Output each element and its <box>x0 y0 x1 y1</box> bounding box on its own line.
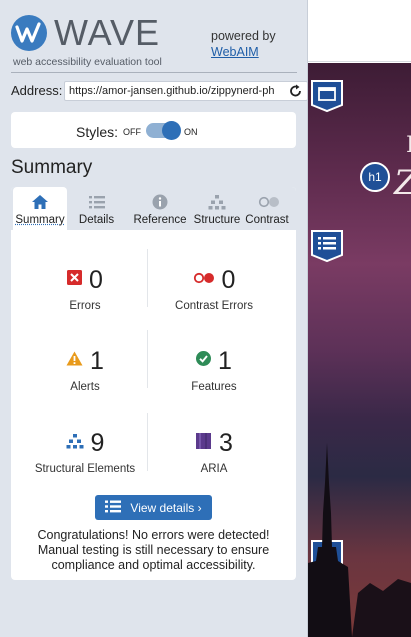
alert-icon <box>66 351 83 371</box>
hero-script-letter: Z <box>394 163 411 203</box>
address-bar: Address: https://amor-jansen.github.io/z… <box>11 81 308 101</box>
tab-label: Details <box>78 214 115 226</box>
address-value: https://amor-jansen.github.io/zippynerd-… <box>69 85 275 97</box>
list-icon <box>88 194 106 210</box>
aria-label: ARIA <box>200 463 228 475</box>
section-title: Summary <box>11 157 93 178</box>
list-icon <box>105 500 122 516</box>
tab-summary[interactable]: Summary <box>13 187 67 230</box>
navigation-icon[interactable] <box>310 229 344 263</box>
tab-label: Contrast <box>245 214 289 226</box>
wave-logo-text: WAVE <box>54 12 161 53</box>
structure-icon <box>208 194 226 210</box>
page-header-area <box>308 0 411 62</box>
stat-errors[interactable]: 0 Errors <box>16 266 154 312</box>
structural-label: Structural Elements <box>34 463 136 475</box>
brand-divider <box>11 72 297 73</box>
toggle-on-label: ON <box>184 127 198 137</box>
alerts-count: 1 <box>90 346 104 375</box>
error-icon <box>67 270 83 290</box>
view-details-label: View details › <box>130 500 202 515</box>
tab-contrast[interactable]: Contrast <box>240 187 294 230</box>
church-tower-silhouette <box>308 443 411 637</box>
features-count: 1 <box>218 346 232 375</box>
congrats-message: Congratulations! No errors were detected… <box>37 528 270 572</box>
styles-label: Styles: <box>76 124 119 140</box>
home-icon <box>31 194 49 210</box>
address-label: Address: <box>11 83 63 98</box>
contrast-errors-count: 0 <box>221 265 236 294</box>
structural-count: 9 <box>90 428 105 457</box>
styles-toggle-card: Styles: OFF ON <box>11 112 296 148</box>
errors-count: 0 <box>89 265 103 294</box>
powered-by: powered by WebAIM <box>211 28 276 60</box>
tab-label: Summary <box>15 214 65 226</box>
webaim-link[interactable]: WebAIM <box>211 44 276 60</box>
contrast-icon <box>258 194 279 210</box>
features-label: Features <box>191 381 237 393</box>
contrast-error-icon <box>193 271 215 289</box>
landmark-icon[interactable] <box>310 79 344 113</box>
hero-heading-letter: H <box>406 133 411 158</box>
toggle-knob <box>162 121 181 140</box>
errors-label: Errors <box>69 300 101 312</box>
aria-icon <box>195 432 212 455</box>
powered-by-text: powered by <box>211 29 276 43</box>
info-icon <box>151 194 169 210</box>
h1-heading-icon[interactable]: h1 <box>360 162 390 192</box>
wave-tagline: web accessibility evaluation tool <box>13 56 162 68</box>
address-input[interactable]: https://amor-jansen.github.io/zippynerd-… <box>64 81 308 101</box>
summary-panel: Summary Details Reference Structure Cont… <box>11 187 296 580</box>
stat-alerts[interactable]: 1 Alerts <box>16 347 154 393</box>
page-hero-image: H Z h1 <box>308 63 411 637</box>
structural-icon <box>66 433 84 454</box>
wave-sidebar: WAVE web accessibility evaluation tool p… <box>0 0 308 637</box>
wave-brand: WAVE web accessibility evaluation tool p… <box>11 12 301 73</box>
feature-icon <box>196 351 212 371</box>
tab-bar: Summary Details Reference Structure Cont… <box>11 187 296 230</box>
tab-details[interactable]: Details <box>69 187 124 230</box>
refresh-icon[interactable] <box>289 83 303 99</box>
stat-structural[interactable]: 9 Structural Elements <box>16 428 154 476</box>
wave-logo-icon <box>11 15 47 51</box>
aria-count: 3 <box>219 428 233 457</box>
toggle-off-label: OFF <box>123 127 141 137</box>
stat-features[interactable]: 1 Features <box>145 346 283 394</box>
stat-aria[interactable]: 3 ARIA <box>145 429 283 475</box>
view-details-button[interactable]: View details › <box>95 495 212 520</box>
stat-contrast-errors[interactable]: 0 Contrast Errors <box>145 265 283 313</box>
styles-toggle[interactable] <box>146 121 181 140</box>
alerts-label: Alerts <box>70 381 100 393</box>
contrast-errors-label: Contrast Errors <box>175 300 253 312</box>
